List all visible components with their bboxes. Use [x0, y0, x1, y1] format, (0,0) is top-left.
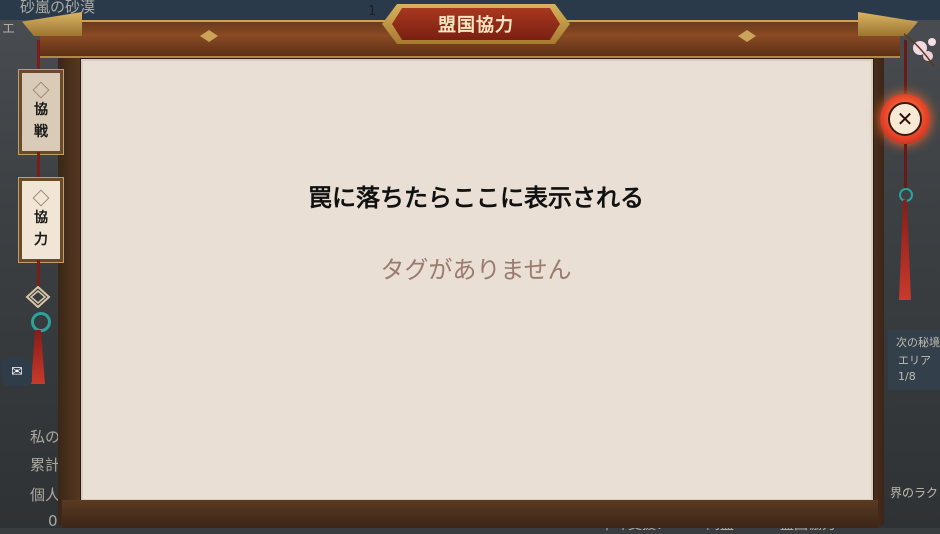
- background-area-sub: エ: [2, 22, 16, 37]
- background-right-bottom: 界のラク: [890, 486, 939, 500]
- tab-label-2: 戦: [34, 124, 48, 140]
- tab-rope-bottom: [37, 260, 40, 286]
- tab-cooperation-aid[interactable]: 協 力: [19, 178, 63, 262]
- empty-tags-message: タグがありません: [380, 256, 572, 284]
- trap-info-headline: 罠に落ちたらここに表示される: [308, 184, 644, 212]
- background-line-2: 累計: [30, 456, 61, 474]
- title-banner: 盟国協力: [392, 8, 560, 40]
- close-button[interactable]: ✕: [880, 94, 930, 144]
- close-icon: ✕: [888, 102, 922, 136]
- background-line-3: 個人: [30, 486, 61, 504]
- tab-ornament-icon: [32, 189, 50, 207]
- tab-rope-middle: [37, 152, 40, 180]
- jade-ring-icon: [31, 312, 51, 332]
- tab-label-1: 協: [34, 210, 48, 226]
- flower-ornament-icon: [903, 33, 936, 67]
- background-right-line-3: 1/8: [898, 370, 916, 383]
- dialog-title: 盟国協力: [438, 15, 514, 36]
- lantern-rope-lower: [904, 144, 907, 190]
- background-bottom-num: 0: [48, 512, 58, 530]
- background-area-title: 砂嵐の砂漠: [20, 0, 96, 16]
- tab-ornament-icon: [32, 81, 50, 99]
- chat-icon[interactable]: ✉: [2, 358, 32, 386]
- lantern-ring-icon: [899, 188, 913, 202]
- background-right-line-2: エリア: [898, 354, 931, 367]
- tab-rope-top: [37, 40, 40, 74]
- dialog-frame-bottom: [62, 500, 878, 528]
- background-counter: 1: [368, 4, 377, 19]
- knot-ornament-icon: [25, 286, 51, 308]
- tab-label-1: 協: [34, 102, 48, 118]
- tab-label-2: 力: [34, 232, 48, 248]
- tab-cooperation-battle[interactable]: 協 戦: [19, 70, 63, 154]
- background-right-line-1: 次の秘境: [896, 336, 940, 349]
